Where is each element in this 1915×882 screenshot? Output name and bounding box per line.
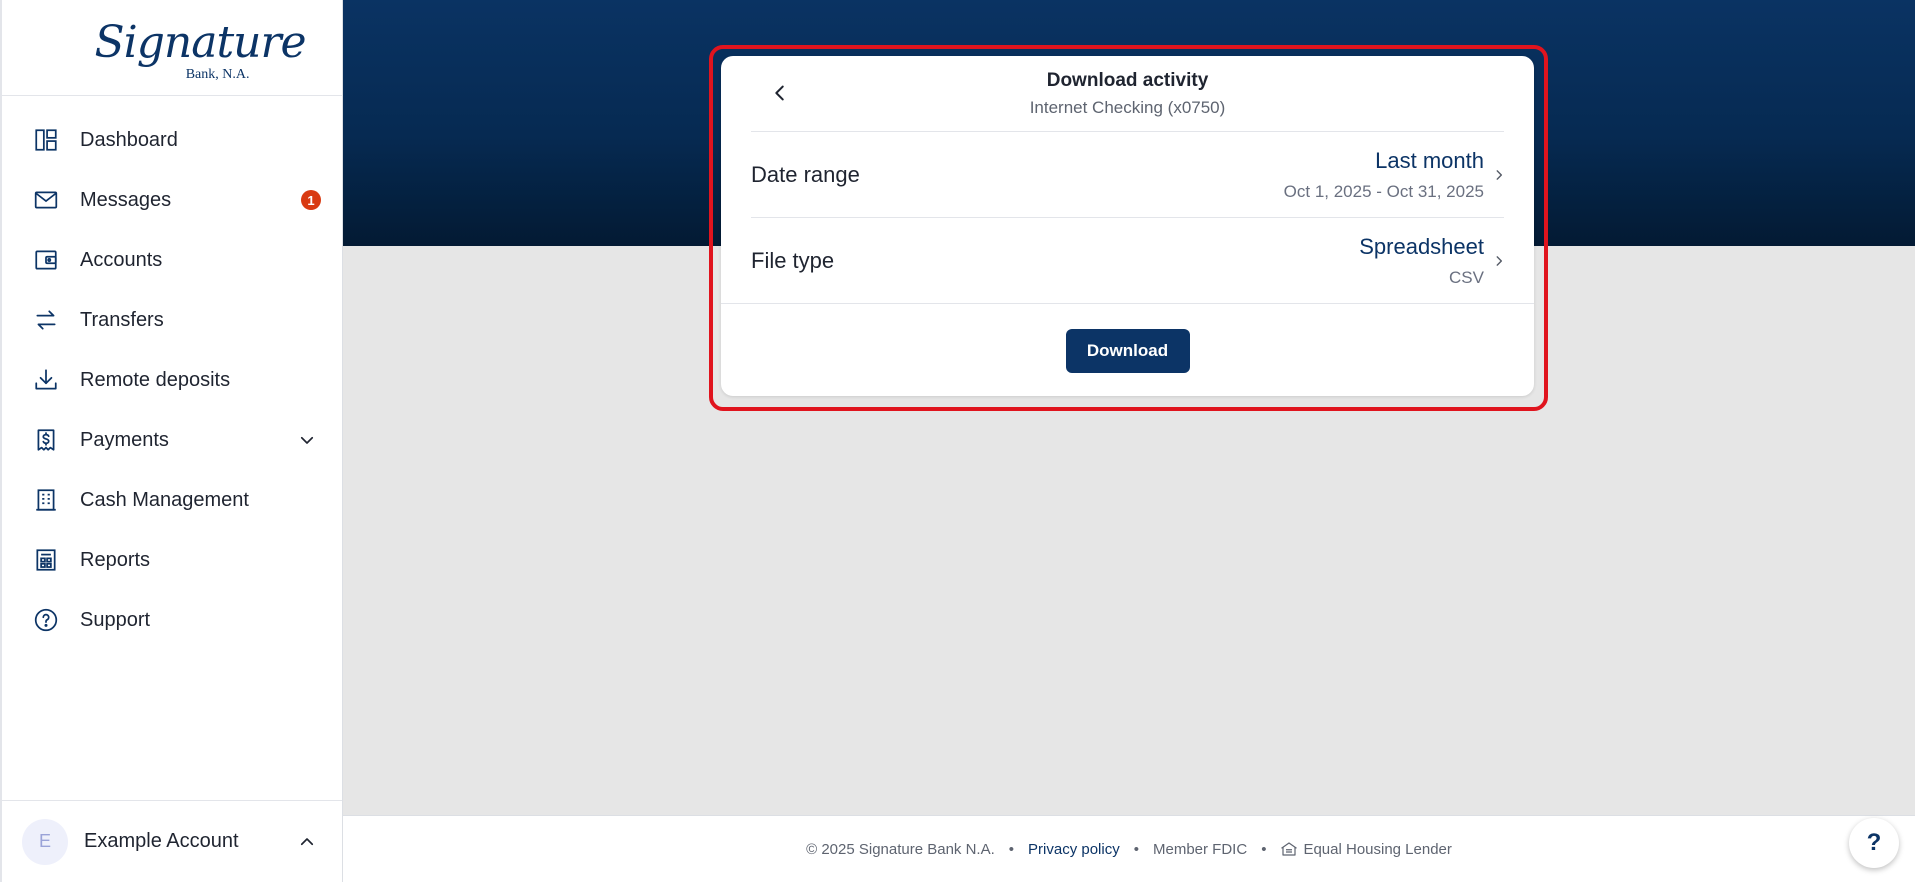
app-root: Signature Bank, N.A. Dashboard Messages … <box>0 0 1915 882</box>
sidebar-item-label: Payments <box>80 428 169 451</box>
back-button[interactable] <box>765 78 795 108</box>
sidebar-item-transfers[interactable]: Transfers <box>2 290 342 350</box>
date-range-detail: Oct 1, 2025 - Oct 31, 2025 <box>1283 181 1484 201</box>
sidebar-item-label: Reports <box>80 548 151 571</box>
site-footer: © 2025 Signature Bank N.A. • Privacy pol… <box>343 815 1915 882</box>
chevron-right-icon <box>1492 168 1506 182</box>
unread-count-badge: 1 <box>301 190 321 210</box>
help-circle-icon <box>32 606 60 634</box>
download-tray-icon <box>32 366 60 394</box>
sidebar: Signature Bank, N.A. Dashboard Messages … <box>0 0 343 882</box>
footer-separator: • <box>1133 840 1139 858</box>
wallet-icon <box>32 246 60 274</box>
dialog-title: Download activity <box>1046 70 1209 91</box>
equal-housing-icon <box>1280 841 1298 857</box>
file-type-selection: Spreadsheet <box>1359 233 1484 259</box>
logo-script-text: Signature <box>94 16 307 68</box>
dialog-subtitle: Internet Checking (x0750) <box>1029 98 1226 117</box>
copyright-text: © 2025 Signature Bank N.A. <box>806 840 995 858</box>
date-range-selection: Last month <box>1375 147 1484 173</box>
member-fdic-text: Member FDIC <box>1153 840 1248 858</box>
date-range-row[interactable]: Date range Last month Oct 1, 2025 - Oct … <box>751 132 1504 218</box>
file-type-row[interactable]: File type Spreadsheet CSV <box>721 218 1534 304</box>
sidebar-item-payments[interactable]: Payments <box>2 410 342 470</box>
download-action-area: Download <box>721 304 1534 373</box>
sidebar-nav: Dashboard Messages 1 Accounts Transfers … <box>2 96 342 650</box>
logo-sub-text: Bank, N.A. <box>185 66 250 82</box>
dialog-header: Download activity Internet Checking (x07… <box>751 56 1504 132</box>
sidebar-item-dashboard[interactable]: Dashboard <box>2 110 342 170</box>
transfer-arrows-icon <box>32 306 60 334</box>
date-range-label: Date range <box>751 161 860 187</box>
sidebar-item-label: Remote deposits <box>80 368 231 391</box>
help-button[interactable]: ? <box>1849 818 1899 868</box>
download-button[interactable]: Download <box>1065 329 1190 373</box>
date-range-value: Last month Oct 1, 2025 - Oct 31, 2025 <box>1284 148 1484 202</box>
avatar: E <box>22 818 68 865</box>
download-activity-dialog: Download activity Internet Checking (x07… <box>721 56 1534 396</box>
sidebar-item-label: Accounts <box>80 248 163 271</box>
footer-separator: • <box>1261 840 1267 858</box>
privacy-policy-link[interactable]: Privacy policy <box>1028 841 1120 858</box>
sidebar-item-label: Cash Management <box>80 488 249 511</box>
chevron-up-icon[interactable] <box>298 833 316 851</box>
chevron-left-icon <box>775 85 784 101</box>
building-icon <box>32 486 60 514</box>
sidebar-item-label: Dashboard <box>80 128 178 151</box>
receipt-dollar-icon <box>32 426 60 454</box>
chevron-right-icon <box>1492 254 1506 268</box>
dashboard-icon <box>32 126 60 154</box>
sidebar-item-cash-management[interactable]: Cash Management <box>2 470 342 530</box>
footer-separator: • <box>1008 840 1015 858</box>
report-icon <box>32 546 60 574</box>
sidebar-item-reports[interactable]: Reports <box>2 530 342 590</box>
account-name: Example Account <box>84 830 239 852</box>
logo-area: Signature Bank, N.A. <box>2 0 342 96</box>
chevron-down-icon[interactable] <box>298 431 316 449</box>
file-type-value: Spreadsheet CSV <box>1359 234 1484 288</box>
sidebar-item-support[interactable]: Support <box>2 590 342 650</box>
account-switcher[interactable]: E Example Account <box>2 800 342 882</box>
sidebar-item-label: Support <box>80 608 151 631</box>
file-type-detail: CSV <box>1449 267 1484 287</box>
mail-icon <box>32 186 60 214</box>
equal-housing-text: Equal Housing Lender <box>1303 840 1452 858</box>
main-content: Download activity Internet Checking (x07… <box>343 0 1915 882</box>
file-type-label: File type <box>751 247 835 273</box>
sidebar-item-messages[interactable]: Messages 1 <box>2 170 342 230</box>
sidebar-item-label: Transfers <box>80 308 164 331</box>
sidebar-item-remote-deposits[interactable]: Remote deposits <box>2 350 342 410</box>
sidebar-item-accounts[interactable]: Accounts <box>2 230 342 290</box>
sidebar-item-label: Messages <box>80 188 172 211</box>
bank-logo[interactable]: Signature Bank, N.A. <box>85 17 307 82</box>
